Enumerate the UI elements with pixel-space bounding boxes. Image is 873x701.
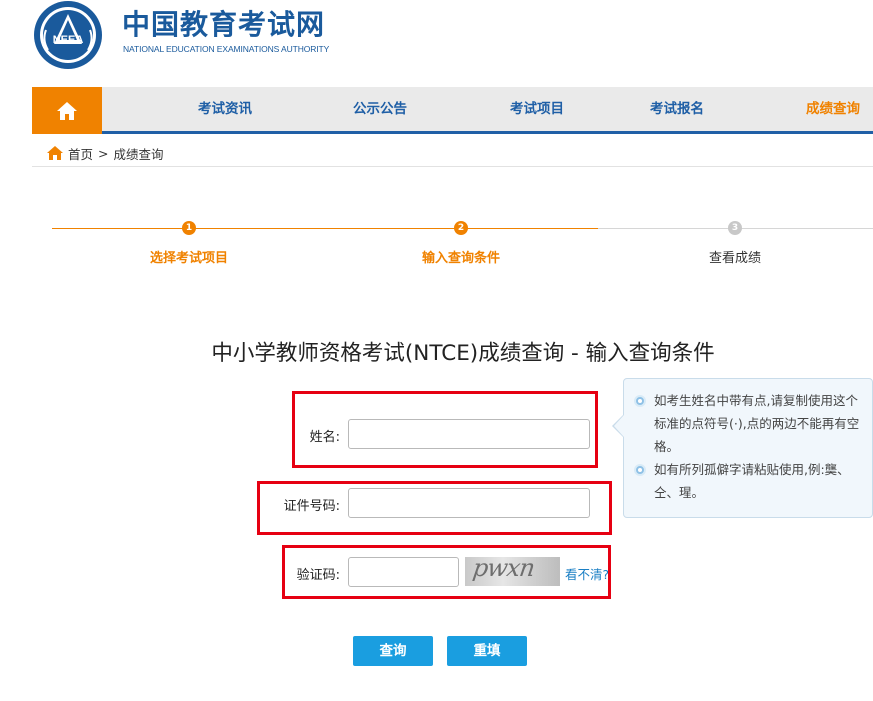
step-3-dot: 3 [728,221,742,235]
step-2-dot: 2 [454,221,468,235]
emblem-text: NEEA [53,34,84,46]
captcha-image[interactable]: pwxn [465,557,560,586]
step-3-label: 查看成绩 [708,251,761,266]
breadcrumb: 首页 > 成绩查询 [47,143,164,163]
tip-item: 如有所列孤僻字请粘贴使用,例:龑、仝、瑆。 [634,458,866,504]
id-number-label: 证件号码: [283,499,340,514]
nav-item-announcements[interactable]: 公示公告 [353,87,407,131]
tip-item: 如考生姓名中带有点,请复制使用这个标准的点符号(·),点的两边不能再有空格。 [634,389,866,458]
breadcrumb-home-link[interactable]: 首页 [68,144,93,163]
breadcrumb-current: 成绩查询 [113,146,164,162]
name-label: 姓名: [309,430,340,445]
captcha-image-text: pwxn [471,557,536,582]
tips-panel: 如考生姓名中带有点,请复制使用这个标准的点符号(·),点的两边不能再有空格。 如… [623,378,873,518]
captcha-label: 验证码: [296,568,340,583]
captcha-input[interactable] [348,557,459,587]
tip-arrow-inner [614,415,624,437]
nav-item-registration[interactable]: 考试报名 [650,87,704,131]
step-2-label: 输入查询条件 [421,251,500,266]
query-button[interactable]: 查询 [353,636,433,666]
nav-item-score-query[interactable]: 成绩查询 [806,87,860,131]
neea-emblem-logo[interactable]: NEEA [32,0,104,70]
tip-text: 如有所列孤僻字请粘贴使用,例:龑、仝、瑆。 [654,462,850,500]
home-icon [47,146,63,160]
nav-item-exam-projects[interactable]: 考试项目 [510,87,564,131]
site-logo-title[interactable]: 中国教育考试网 [122,8,325,42]
name-input[interactable] [348,419,590,449]
nav-item-exam-news[interactable]: 考试资讯 [198,87,252,131]
info-bullet-icon [634,464,646,476]
captcha-refresh-link[interactable]: 看不清? [565,564,609,583]
form-title: 中小学教师资格考试(NTCE)成绩查询 - 输入查询条件 [211,341,715,366]
breadcrumb-separator: > [98,145,109,161]
tip-text: 如考生姓名中带有点,请复制使用这个标准的点符号(·),点的两边不能再有空格。 [654,393,860,454]
reset-button[interactable]: 重填 [447,636,527,666]
nav-home-button[interactable] [32,87,102,134]
main-nav: 考试资讯 公示公告 考试项目 考试报名 成绩查询 [32,87,873,134]
id-number-input[interactable] [348,488,590,518]
info-bullet-icon [634,395,646,407]
home-icon [57,101,77,120]
step-1-dot: 1 [182,221,196,235]
breadcrumb-divider [32,166,873,167]
progress-line-done [52,228,598,229]
site-logo-subtitle: NATIONAL EDUCATION EXAMINATIONS AUTHORIT… [123,44,330,54]
step-1-label: 选择考试项目 [149,251,228,266]
